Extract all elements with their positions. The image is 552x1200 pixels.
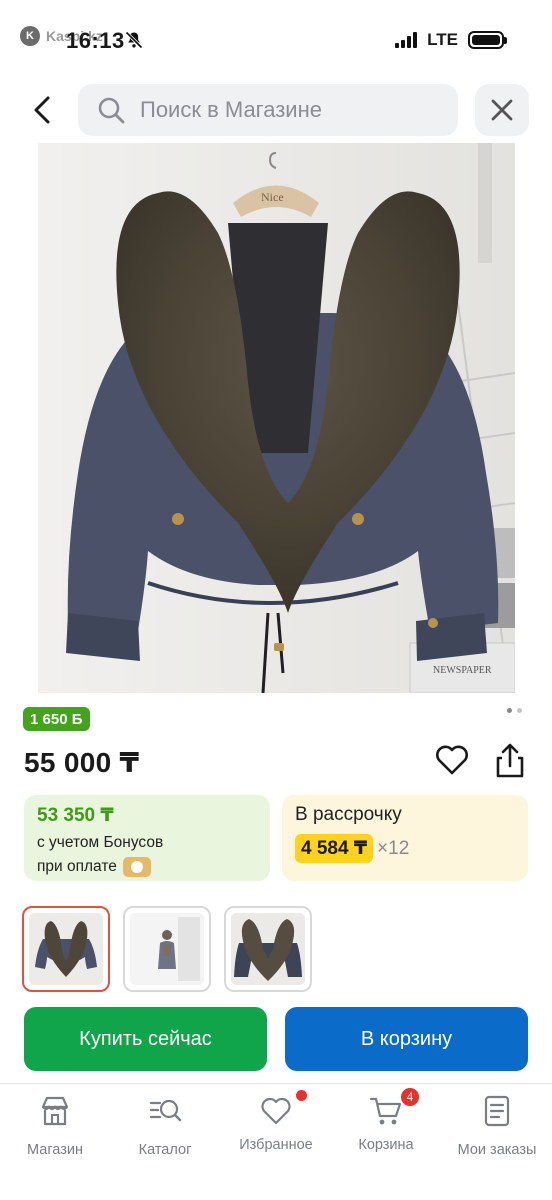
nav-item-orders[interactable]: Мои заказы	[442, 1094, 552, 1158]
share-icon[interactable]	[492, 742, 528, 780]
svg-text:NEWSPAPER: NEWSPAPER	[433, 665, 492, 676]
nav-label-favorites: Избранное	[239, 1137, 313, 1153]
search-header: Поиск в Магазине	[0, 84, 552, 138]
product-price: 55 000 ₸	[24, 747, 140, 778]
installment-card[interactable]: В рассрочку 4 584 ₸ ×12	[282, 795, 528, 881]
thumbnail-2[interactable]	[123, 906, 211, 992]
gallery-dot-active	[507, 708, 512, 713]
catalog-search-icon	[149, 1099, 182, 1122]
kaspi-pay-icon	[122, 857, 151, 877]
nav-label-store: Магазин	[27, 1142, 83, 1158]
nav-label-orders: Мои заказы	[457, 1142, 537, 1158]
add-to-cart-button[interactable]: В корзину	[285, 1007, 528, 1071]
search-input[interactable]: Поиск в Магазине	[78, 84, 458, 136]
battery-icon	[468, 31, 507, 49]
thumbnail-3[interactable]	[224, 906, 312, 992]
status-right-group: LTE	[395, 30, 507, 50]
heart-icon	[259, 1090, 307, 1128]
orders-icon	[484, 1095, 510, 1127]
back-arrow-icon[interactable]	[26, 92, 62, 128]
thumbnail-image	[29, 913, 103, 985]
store-icon	[41, 1096, 69, 1126]
thumbnail-1[interactable]	[22, 906, 110, 992]
bonus-price: 53 350 ₸	[37, 805, 114, 826]
bonus-line-2: при оплате	[37, 858, 117, 875]
thumbnail-strip	[22, 906, 312, 992]
search-placeholder: Поиск в Магазине	[140, 97, 322, 122]
buy-now-button[interactable]: Купить сейчас	[24, 1007, 267, 1071]
close-icon	[491, 99, 513, 121]
product-image[interactable]: NEWSPAPER Nice	[38, 143, 515, 693]
favorites-dot	[296, 1090, 307, 1101]
search-icon	[98, 97, 125, 124]
thumbnail-image	[231, 913, 305, 985]
bottom-navigation: Магазин Каталог Избранное 4 Корзина Мои …	[0, 1083, 552, 1200]
gallery-indicator	[507, 708, 522, 713]
installment-amount: 4 584 ₸	[295, 834, 374, 863]
nav-item-catalog[interactable]: Каталог	[110, 1094, 220, 1158]
cart-count-badge: 4	[399, 1086, 421, 1108]
close-button[interactable]	[475, 84, 529, 136]
bonus-line-1: с учетом Бонусов	[37, 834, 164, 851]
nav-item-favorites[interactable]: Избранное	[221, 1090, 331, 1153]
bell-muted-icon	[125, 31, 143, 49]
bonus-line-2-row: при оплате	[37, 857, 257, 877]
bonus-price-card[interactable]: 53 350 ₸ с учетом Бонусов при оплате	[24, 795, 270, 881]
nav-item-store[interactable]: Магазин	[0, 1094, 110, 1158]
signal-icon	[395, 32, 418, 48]
status-bar: K Kaspi.kz 16:13 LTE	[0, 0, 552, 80]
network-type: LTE	[427, 30, 458, 49]
hanger-text: Nice	[261, 190, 284, 204]
favorite-heart-icon[interactable]	[434, 742, 470, 778]
bonus-badge: 1 650 Б	[23, 707, 90, 731]
status-time: 16:13	[66, 28, 125, 53]
gallery-dot	[517, 708, 522, 713]
installment-title: В рассрочку	[295, 804, 402, 825]
thumbnail-image	[130, 913, 204, 985]
nav-label-catalog: Каталог	[138, 1142, 192, 1158]
kaspi-logo-icon: K	[20, 26, 40, 46]
cart-icon: 4	[369, 1086, 421, 1128]
nav-item-cart[interactable]: 4 Корзина	[331, 1086, 441, 1153]
installment-times: ×12	[377, 837, 410, 859]
jacket-photo: NEWSPAPER Nice	[38, 143, 515, 693]
installment-row: 4 584 ₸ ×12	[295, 834, 515, 863]
nav-label-cart: Корзина	[358, 1137, 414, 1153]
